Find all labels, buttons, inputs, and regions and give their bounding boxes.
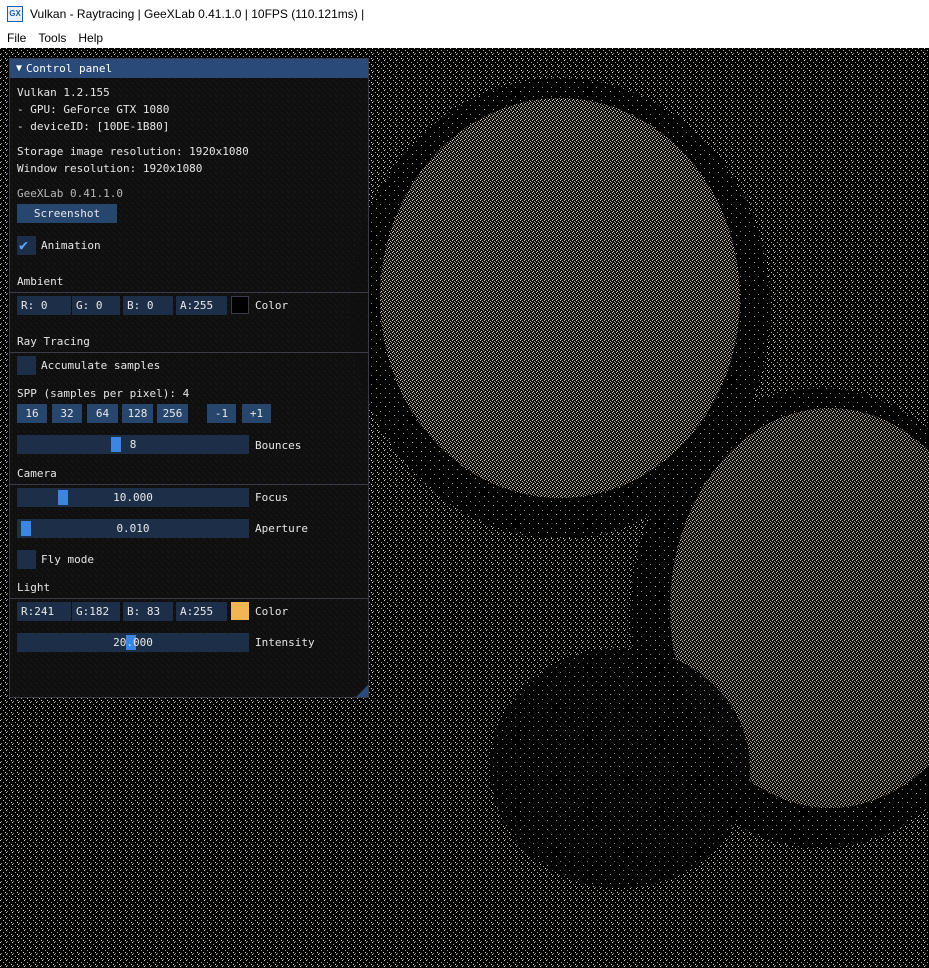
resize-grip-icon[interactable] <box>356 685 368 697</box>
control-panel-title: Control panel <box>26 62 113 75</box>
fly-mode-checkbox[interactable] <box>17 550 36 569</box>
light-r-field[interactable]: R:241 <box>17 602 71 621</box>
spp-plus-button[interactable]: +1 <box>242 404 271 423</box>
spp-64-button[interactable]: 64 <box>87 404 118 423</box>
title-bar: GX Vulkan - Raytracing | GeeXLab 0.41.1.… <box>0 0 929 27</box>
camera-header: Camera <box>17 467 57 480</box>
ambient-b-field[interactable]: B: 0 <box>123 296 173 315</box>
spp-minus-button[interactable]: -1 <box>207 404 236 423</box>
light-header: Light <box>17 581 51 594</box>
window-title: Vulkan - Raytracing | GeeXLab 0.41.1.0 |… <box>30 6 365 21</box>
geexlab-app-icon: GX <box>7 5 23 22</box>
animation-label: Animation <box>41 239 101 252</box>
spp-32-button[interactable]: 32 <box>52 404 82 423</box>
spp-label: SPP (samples per pixel): 4 <box>17 387 190 400</box>
ambient-color-swatch[interactable] <box>231 296 249 314</box>
window-resolution: Window resolution: 1920x1080 <box>17 162 203 175</box>
bounces-slider-grab[interactable] <box>111 437 121 452</box>
device-id: - deviceID: [10DE-1B80] <box>17 120 170 133</box>
geexlab-version: GeeXLab 0.41.1.0 <box>17 187 123 200</box>
vulkan-version: Vulkan 1.2.155 <box>17 86 110 99</box>
control-panel: ▼ Control panel Vulkan 1.2.155 - GPU: Ge… <box>9 58 369 698</box>
ambient-a-field[interactable]: A:255 <box>176 296 227 315</box>
menu-help[interactable]: Help <box>71 31 108 45</box>
aperture-slider-grab[interactable] <box>21 521 31 536</box>
checkmark-icon: ✔ <box>19 236 29 254</box>
aperture-slider[interactable]: 0.010 <box>17 519 249 538</box>
menu-bar: File Tools Help <box>0 27 929 49</box>
ray-tracing-header: Ray Tracing <box>17 335 90 348</box>
light-b-field[interactable]: B: 83 <box>123 602 173 621</box>
light-color-swatch[interactable] <box>231 602 249 620</box>
accumulate-samples-label: Accumulate samples <box>41 359 161 372</box>
light-g-field[interactable]: G:182 <box>72 602 120 621</box>
fly-mode-label: Fly mode <box>41 553 94 566</box>
menu-tools[interactable]: Tools <box>31 31 71 45</box>
intensity-value: 20.000 <box>113 636 153 649</box>
storage-image-resolution: Storage image resolution: 1920x1080 <box>17 145 249 158</box>
spp-128-button[interactable]: 128 <box>122 404 153 423</box>
ambient-r-field[interactable]: R: 0 <box>17 296 71 315</box>
focus-slider[interactable]: 10.000 <box>17 488 249 507</box>
light-color-label: Color <box>255 605 289 618</box>
spp-16-button[interactable]: 16 <box>17 404 47 423</box>
collapse-triangle-icon[interactable]: ▼ <box>16 63 22 74</box>
focus-value: 10.000 <box>113 491 153 504</box>
bounces-value: 8 <box>129 438 137 451</box>
gpu-name: - GPU: GeForce GTX 1080 <box>17 103 170 116</box>
light-separator <box>10 598 368 599</box>
ambient-color-label: Color <box>255 299 289 312</box>
intensity-label: Intensity <box>255 636 315 649</box>
focus-slider-grab[interactable] <box>58 490 68 505</box>
screenshot-button[interactable]: Screenshot <box>17 204 117 223</box>
accumulate-samples-checkbox[interactable] <box>17 356 36 375</box>
bounces-label: Bounces <box>255 439 302 452</box>
aperture-value: 0.010 <box>116 522 150 535</box>
aperture-label: Aperture <box>255 522 308 535</box>
light-a-field[interactable]: A:255 <box>176 602 227 621</box>
intensity-slider[interactable]: 20.000 <box>17 633 249 652</box>
control-panel-header[interactable]: ▼ Control panel <box>10 59 368 78</box>
camera-separator <box>10 484 368 485</box>
ambient-g-field[interactable]: G: 0 <box>72 296 120 315</box>
ray-tracing-separator <box>10 352 368 353</box>
ambient-header: Ambient <box>17 275 64 288</box>
ambient-separator <box>10 292 368 293</box>
bounces-slider[interactable]: 8 <box>17 435 249 454</box>
spp-256-button[interactable]: 256 <box>157 404 188 423</box>
focus-label: Focus <box>255 491 289 504</box>
menu-file[interactable]: File <box>0 31 31 45</box>
animation-checkbox[interactable]: ✔ <box>17 236 36 255</box>
